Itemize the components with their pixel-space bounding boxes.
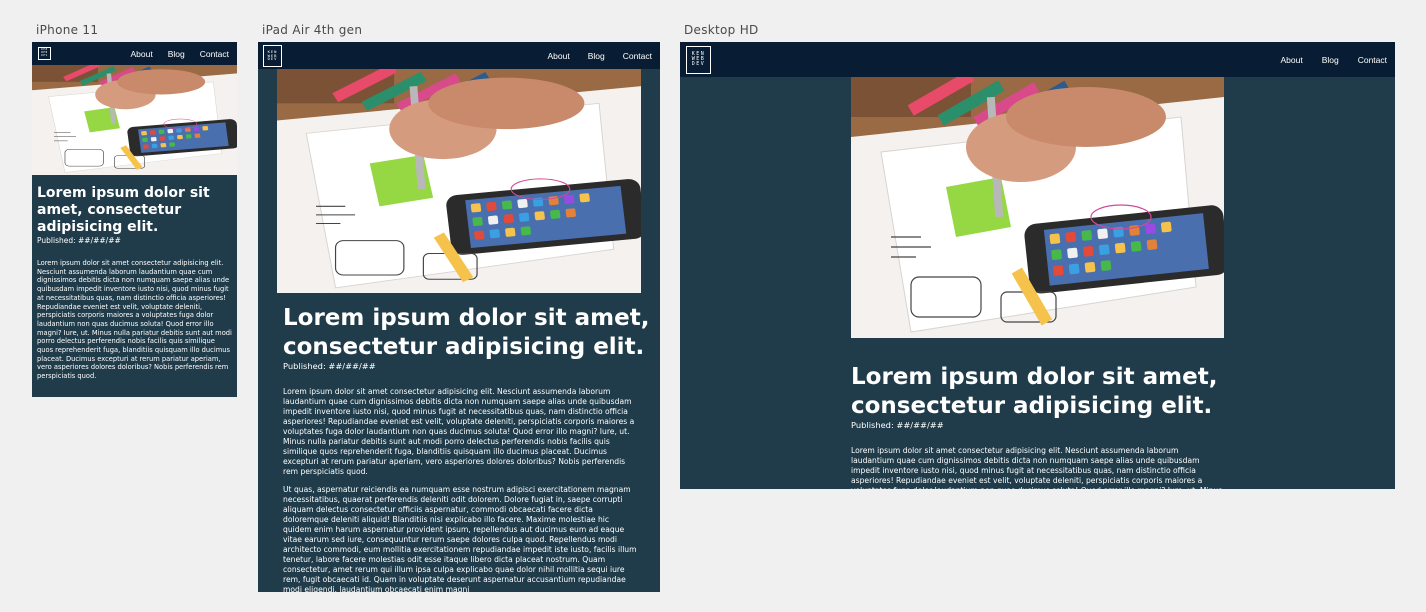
frame-label-iphone: iPhone 11 [36,23,99,37]
nav-blog-link[interactable]: Blog [588,51,605,61]
nav-contact-link[interactable]: Contact [200,49,229,59]
article-paragraph: Lorem ipsum dolor sit amet consectetur a… [283,387,635,476]
article-title: Lorem ipsum dolor sit amet, consectetur … [37,185,210,235]
nav-about-link[interactable]: About [547,51,569,61]
iphone-frame: KEN WEB DEV About Blog Contact Lorem ipsum… [32,42,237,397]
hero-image [277,69,641,293]
nav-contact-link[interactable]: Contact [1358,55,1387,65]
navbar: KEN WEB DEV About Blog Contact [680,42,1395,77]
frame-label-desktop: Desktop HD [684,23,759,37]
nav-blog-link[interactable]: Blog [168,49,185,59]
published-date: Published: ##/##/## [851,420,944,430]
article-paragraph: Ut quas, aspernatur reiciendis ea numqua… [283,484,637,592]
frame-label-ipad: iPad Air 4th gen [262,23,363,37]
navbar: KEN WEB DEV About Blog Contact [32,42,237,65]
article-title: Lorem ipsum dolor sit amet, consectetur … [851,364,1218,419]
logo-icon[interactable]: KEN WEB DEV [263,44,282,67]
hero-image [32,65,237,175]
article-paragraph: Lorem ipsum dolor sit amet consectetur a… [851,446,1222,489]
published-date: Published: ##/##/## [283,361,376,371]
article-paragraph: Lorem ipsum dolor sit amet consectetur a… [37,259,232,381]
navbar: KEN WEB DEV About Blog Contact [258,42,660,69]
logo-icon[interactable]: KEN WEB DEV [686,45,711,74]
ipad-frame: KEN WEB DEV About Blog Contact Lorem ipsum… [258,42,660,592]
article-body: Lorem ipsum dolor sit amet consectetur a… [37,259,233,388]
nav-about-link[interactable]: About [1280,55,1302,65]
hero-image [851,77,1224,338]
desktop-frame: KEN WEB DEV About Blog Contact Lorem ipsum… [680,42,1395,489]
nav-blog-link[interactable]: Blog [1322,55,1339,65]
article-body: Lorem ipsum dolor sit amet consectetur a… [851,446,1223,489]
published-date: Published: ##/##/## [37,236,121,245]
article-body: Lorem ipsum dolor sit amet consectetur a… [283,387,639,592]
nav-about-link[interactable]: About [130,49,152,59]
nav-contact-link[interactable]: Contact [623,51,652,61]
article-title: Lorem ipsum dolor sit amet, consectetur … [283,305,650,360]
logo-icon[interactable]: KEN WEB DEV [38,47,51,60]
